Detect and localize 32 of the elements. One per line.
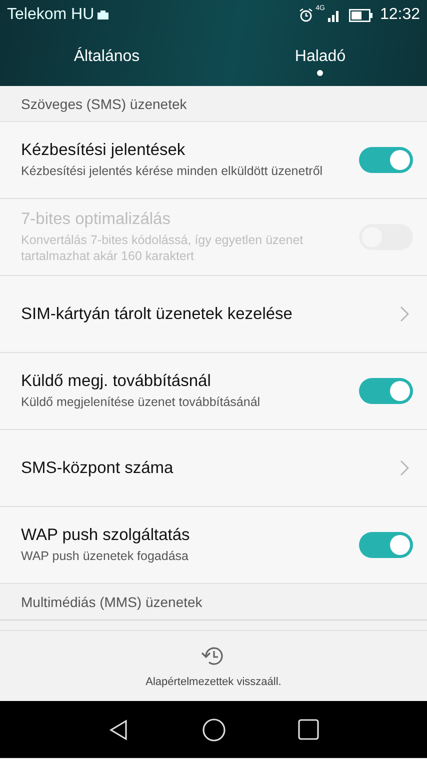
setting-title: 7-bites optimalizálás — [21, 210, 172, 229]
back-icon[interactable] — [108, 718, 130, 740]
toggle-switch[interactable] — [359, 378, 413, 404]
restore-defaults-button[interactable]: Alapértelmezettek visszaáll. — [140, 631, 288, 701]
battery-icon — [348, 8, 373, 22]
settings-row[interactable]: SIM-kártyán tárolt üzenetek kezelése — [0, 276, 427, 353]
chevron-icon — [400, 460, 409, 476]
setting-description: WAP push üzenetek fogadása — [21, 548, 190, 564]
settings-row[interactable]: WAP push szolgáltatás WAP push üzenetek fogadása — [0, 507, 427, 584]
setting-title: SMS-központ száma — [21, 458, 174, 478]
settings-row[interactable]: SMS-központ száma — [0, 430, 427, 507]
setting-title: WAP push szolgáltatás — [21, 526, 191, 545]
carrier-name: Telekom HU — [7, 6, 94, 24]
home-icon[interactable] — [202, 718, 226, 742]
settings-row[interactable]: Küldő megj. továbbításnál Küldő megjelenítése üzenet továbbításánál — [0, 353, 427, 430]
briefcase-icon — [97, 10, 110, 20]
tab[interactable]: Haladó — [214, 30, 427, 86]
settings-row[interactable]: Kézbesítési jelentések Kézbesítési jelentés kérése minden elküldött üzenetről — [0, 122, 427, 199]
recents-icon[interactable] — [298, 719, 319, 740]
chevron-icon — [400, 306, 409, 322]
setting-title: Küldő megj. továbbításnál — [21, 372, 212, 391]
toggle-switch[interactable] — [359, 532, 413, 558]
tab[interactable]: Általános — [0, 30, 214, 86]
setting-title: SIM-kártyán tárolt üzenetek kezelése — [21, 304, 294, 324]
signal-icon — [328, 8, 340, 22]
clock-time: 12:32 — [380, 6, 420, 24]
alarm-icon — [298, 8, 313, 22]
toggle-switch[interactable] — [359, 147, 413, 173]
setting-title: Kézbesítési jelentések — [21, 141, 186, 160]
setting-description: Küldő megjelenítése üzenet továbbításánál — [21, 394, 262, 410]
setting-description: Kézbesítési jelentés kérése minden elküldött üzenetről — [21, 163, 324, 179]
setting-description: Konvertálás 7-bites kódolássá, így egyetlen üzenet tartalmazhat akár 160 karaktert — [21, 232, 304, 264]
